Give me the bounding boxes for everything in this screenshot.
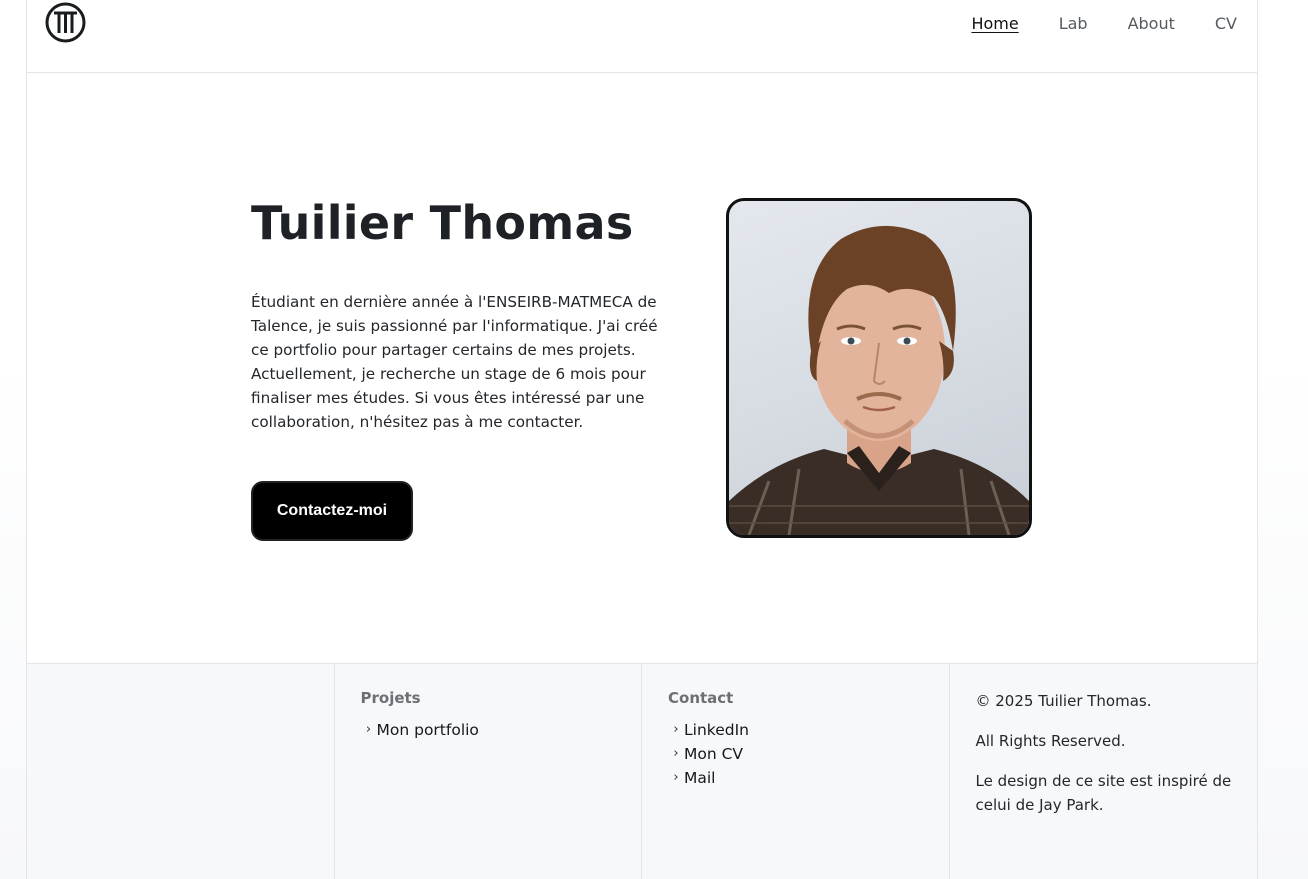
nav-home[interactable]: Home: [971, 13, 1018, 35]
footer-link-label: Mon portfolio: [376, 721, 479, 739]
nav-about[interactable]: About: [1128, 13, 1175, 35]
credit-text: Le design de ce site est inspiré de celu…: [975, 772, 1232, 814]
nav-cv[interactable]: CV: [1215, 13, 1237, 35]
rights-text: All Rights Reserved.: [975, 732, 1126, 750]
footer-notes: © 2025 Tuilier Thomas. All Rights Reserv…: [950, 664, 1258, 879]
chevron-right-icon: ›: [673, 722, 679, 737]
contact-list: › LinkedIn › Mon CV › Mail: [668, 718, 749, 790]
footer-link-portfolio[interactable]: › Mon portfolio: [361, 718, 479, 742]
footer-link-label: Mail: [684, 769, 716, 787]
footer-link-mail[interactable]: › Mail: [668, 766, 749, 790]
site-header: Home Lab About CV: [27, 0, 1257, 73]
logo-icon[interactable]: [45, 2, 86, 43]
main-nav: Home Lab About CV: [971, 13, 1237, 35]
footer-contact-heading: Contact: [668, 689, 734, 707]
page-frame: Home Lab About CV Tuilier Thomas Étudian…: [26, 0, 1258, 879]
copyright-text: © 2025 Tuilier Thomas.: [975, 692, 1152, 710]
profile-photo: [726, 198, 1032, 538]
contact-button[interactable]: Contactez-moi: [251, 481, 413, 541]
hero-title: Tuilier Thomas: [251, 196, 634, 250]
footer-spacer: [27, 664, 335, 879]
projects-list: › Mon portfolio: [361, 718, 479, 742]
footer-projects-heading: Projets: [360, 689, 421, 707]
footer-projects: Projets › Mon portfolio: [335, 664, 642, 879]
footer-link-label: LinkedIn: [684, 721, 749, 739]
footer-notes-block: © 2025 Tuilier Thomas. All Rights Reserv…: [976, 689, 1236, 833]
footer-contact: Contact › LinkedIn › Mon CV › Mail: [642, 664, 950, 879]
chevron-right-icon: ›: [673, 746, 679, 761]
footer-link-cv[interactable]: › Mon CV: [668, 742, 749, 766]
footer-link-linkedin[interactable]: › LinkedIn: [668, 718, 749, 742]
site-footer: Projets › Mon portfolio Contact › Linked…: [27, 663, 1257, 879]
hero-description: Étudiant en dernière année à l'ENSEIRB-M…: [251, 293, 658, 431]
chevron-right-icon: ›: [365, 722, 372, 737]
nav-lab[interactable]: Lab: [1059, 13, 1088, 35]
chevron-right-icon: ›: [673, 770, 679, 785]
footer-link-label: Mon CV: [684, 745, 744, 763]
